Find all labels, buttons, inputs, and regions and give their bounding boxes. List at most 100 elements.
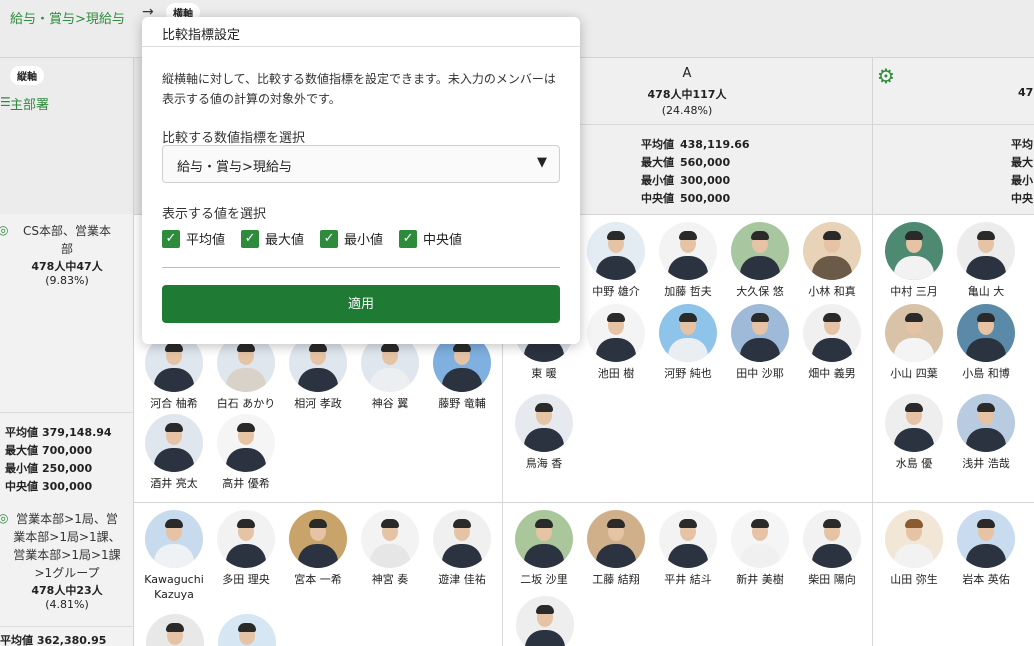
- column-divider: [502, 502, 503, 646]
- person-card[interactable]: 二坂 沙里: [508, 510, 580, 587]
- row-2-department: ◎ 営業本部>1局、営 業本部>1局>1課、 営業本部>1局>1課 >1グループ…: [0, 511, 121, 611]
- avatar: [145, 414, 203, 472]
- avatar: [289, 510, 347, 568]
- metric-select-label: 比較する数値指標を選択: [162, 131, 306, 146]
- avatar: [217, 510, 275, 568]
- checkbox-median[interactable]: ✓ 中央値: [399, 229, 462, 248]
- person-card[interactable]: 河野 純也: [652, 304, 724, 381]
- checkbox-average[interactable]: ✓ 平均値: [162, 229, 225, 248]
- person-card[interactable]: 小林 和真: [796, 222, 868, 299]
- metric-select-value: 給与・賞与>現給与: [177, 160, 292, 175]
- avatar: [659, 304, 717, 362]
- avatar[interactable]: [146, 614, 204, 646]
- metric-select[interactable]: 給与・賞与>現給与 ▼: [162, 145, 560, 183]
- metric-breadcrumb[interactable]: 給与・賞与>現給与: [10, 8, 125, 27]
- tate-axis-pill[interactable]: 縦軸: [10, 66, 44, 85]
- avatar: [885, 304, 943, 362]
- person-card[interactable]: 岩本 英佑: [950, 510, 1022, 587]
- avatar[interactable]: [516, 596, 574, 646]
- person-card[interactable]: 河合 柚希: [138, 334, 210, 411]
- person-card[interactable]: 田中 沙耶: [724, 304, 796, 381]
- avatar[interactable]: [218, 614, 276, 646]
- person-card[interactable]: 小島 和博: [950, 304, 1022, 381]
- person-card[interactable]: 中村 三月: [878, 222, 950, 299]
- person-card[interactable]: 加藤 哲夫: [652, 222, 724, 299]
- apply-button[interactable]: 適用: [162, 285, 560, 323]
- column-a-stats: 平均値 438,119.66 最大値 560,000 最小値 300,000 中央値 5…: [641, 138, 750, 205]
- dialog-description: 縦横軸に対して、比較する数値指標を設定できます。未入力のメンバーは表示する値の計…: [162, 72, 556, 106]
- person-card[interactable]: 鳥海 香: [508, 394, 580, 471]
- person-card[interactable]: 藤野 竜輔: [426, 334, 498, 411]
- checkbox-max[interactable]: ✓ 最大値: [241, 229, 304, 248]
- avatar: [957, 510, 1015, 568]
- person-card[interactable]: 大久保 悠: [724, 222, 796, 299]
- row-1-stats: 平均値 379,148.94 最大値 700,000 最小値 250,000 中央値 3…: [5, 426, 112, 493]
- column-b-stats: 平均 最大 最小 中央: [1011, 138, 1033, 205]
- avatar: [659, 510, 717, 568]
- avatar: [433, 510, 491, 568]
- person-card[interactable]: 白石 あかり: [210, 334, 282, 411]
- row-2-stat-divider: [0, 626, 134, 627]
- header-divider: [502, 124, 1034, 125]
- dept-icon: ◎: [0, 511, 9, 525]
- person-card[interactable]: 新井 美樹: [724, 510, 796, 587]
- avatar: [803, 304, 861, 362]
- row-1-department: ◎ CS本部、営業本 部 478人中47人 (9.83%): [0, 223, 111, 287]
- check-icon: ✓: [162, 229, 180, 248]
- person-card[interactable]: 酒井 亮太: [138, 414, 210, 491]
- person-card[interactable]: Kawaguchi Kazuya: [138, 510, 210, 602]
- avatar: [885, 510, 943, 568]
- person-card[interactable]: 多田 理央: [210, 510, 282, 587]
- avatar: [957, 304, 1015, 362]
- avatar: [659, 222, 717, 280]
- avatar: [731, 222, 789, 280]
- tate-axis-value[interactable]: 主部署: [10, 94, 49, 113]
- avatar: [587, 222, 645, 280]
- avatar: [957, 222, 1015, 280]
- avatar: [515, 394, 573, 452]
- column-divider: [872, 502, 873, 646]
- person-card[interactable]: 工藤 結翔: [580, 510, 652, 587]
- person-card[interactable]: 柴田 陽向: [796, 510, 868, 587]
- person-card[interactable]: 畑中 義男: [796, 304, 868, 381]
- avatar: [885, 394, 943, 452]
- person-card[interactable]: 池田 樹: [580, 304, 652, 381]
- person-card[interactable]: 神谷 翼: [354, 334, 426, 411]
- person-card[interactable]: 平井 結斗: [652, 510, 724, 587]
- check-icon: ✓: [241, 229, 260, 248]
- check-icon: ✓: [399, 229, 418, 248]
- avatar: [731, 304, 789, 362]
- avatar: [515, 510, 573, 568]
- person-card[interactable]: 宮本 一希: [282, 510, 354, 587]
- person-card[interactable]: 中野 雄介: [580, 222, 652, 299]
- comparison-metric-dialog: 比較指標設定 縦横軸に対して、比較する数値指標を設定できます。未入力のメンバーは…: [142, 17, 580, 344]
- person-card[interactable]: 浅井 浩哉: [950, 394, 1022, 471]
- avatar: [145, 510, 203, 568]
- value-checkbox-group: ✓ 平均値 ✓ 最大値 ✓ 最小値 ✓ 中央値: [162, 229, 462, 248]
- avatar: [361, 510, 419, 568]
- column-b-count: 47: [1018, 86, 1034, 99]
- person-card[interactable]: 亀山 大: [950, 222, 1022, 299]
- values-select-label: 表示する値を選択: [162, 207, 267, 222]
- dialog-divider: [162, 267, 560, 268]
- avatar: [217, 414, 275, 472]
- avatar: [731, 510, 789, 568]
- person-card[interactable]: 神宮 奏: [354, 510, 426, 587]
- dept-icon: ◎: [0, 223, 9, 237]
- person-card[interactable]: 小山 四葉: [878, 304, 950, 381]
- dialog-title: 比較指標設定: [142, 17, 580, 47]
- gear-icon[interactable]: ⚙: [877, 64, 895, 88]
- column-b-header: [872, 58, 1034, 214]
- avatar: [803, 222, 861, 280]
- person-card[interactable]: 遊津 佳祐: [426, 510, 498, 587]
- avatar: [885, 222, 943, 280]
- avatar: [957, 394, 1015, 452]
- row-1-stat-divider: [0, 412, 134, 413]
- check-icon: ✓: [320, 229, 339, 248]
- checkbox-min[interactable]: ✓ 最小値: [320, 229, 383, 248]
- person-card[interactable]: 山田 弥生: [878, 510, 950, 587]
- person-card[interactable]: 高井 優希: [210, 414, 282, 491]
- person-card[interactable]: 相河 孝政: [282, 334, 354, 411]
- person-card[interactable]: 水島 優: [878, 394, 950, 471]
- avatar: [803, 510, 861, 568]
